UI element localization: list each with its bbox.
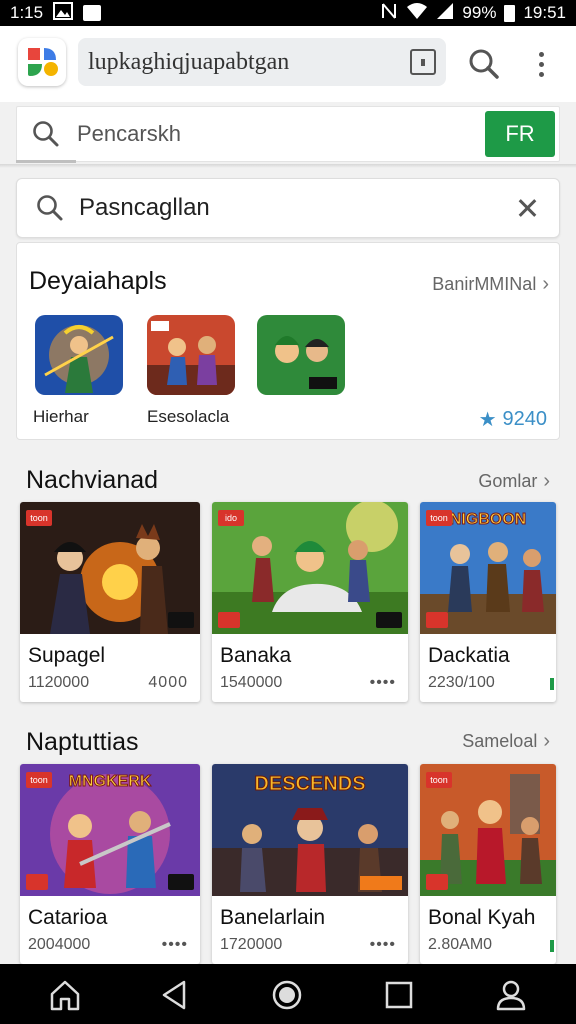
section-1-more-link[interactable]: Gomlar › [478,470,550,493]
age-badge-icon [26,874,48,890]
game-name: Banaka [220,644,292,667]
game-name: Bonal Kyah [428,906,536,929]
signal-icon [436,2,454,25]
status-time-left: 1:15 [10,3,44,22]
featured-app-icon-1[interactable] [35,315,123,395]
game-badge: toon [426,772,452,788]
rating-value: 9240 [502,408,548,430]
featured-apps-card: Deyaiahapls BanirMMINal › Hierhar Esesol… [16,242,560,440]
featured-app-label-1: Hierhar [33,407,89,426]
rating-badge-icon [376,612,402,628]
main-search-box[interactable]: Pasncagllan [16,178,560,238]
game-card[interactable]: DESCENDS Banelarlain 1720000 •••• [212,764,408,964]
game-artwork: toon [20,502,200,634]
nfc-icon [380,2,398,25]
age-badge-icon [218,612,240,628]
rating-badge-icon [168,874,194,890]
game-downloads: 1540000 [220,674,283,691]
game-extra: •••• [369,674,396,691]
featured-app-label-2: Esesolacla [147,407,230,426]
game-badge: ido [218,510,244,526]
app-logo-icon[interactable] [18,38,66,86]
chevron-right-icon: › [542,273,549,295]
section-1-more-label: Gomlar [478,471,538,491]
header-divider [0,164,576,168]
game-artwork: DESCENDS [212,764,408,896]
app-top-bar: lupkaghiqjuapabtgan [0,26,576,102]
install-indicator [550,678,554,690]
section-2-more-label: Sameloal [462,731,538,751]
game-artwork: ido [212,502,408,634]
game-badge: toon [426,510,452,526]
wifi-icon [406,2,428,25]
age-badge-icon [426,874,448,890]
game-card[interactable]: MNGKERK toon Catarioa 2004000 •••• [20,764,200,964]
recents-icon[interactable] [382,978,416,1012]
chevron-right-icon: › [543,470,550,492]
search-query: Pasncagllan [79,194,210,221]
search-icon[interactable] [466,46,502,82]
section-title-1: Nachvianad [26,466,159,494]
game-art-title: MNGKERK [69,773,152,790]
game-art-title: DESCENDS [254,773,365,795]
tab-switcher-icon[interactable] [410,49,436,75]
search-submit-button[interactable]: FR [485,111,555,157]
game-downloads: 2230/100 [428,674,495,691]
system-nav-bar [0,964,576,1024]
age-badge-icon [426,612,448,628]
gallery-notification-icon [53,1,74,25]
status-bar: 1:15 99% 19:51 [0,0,576,26]
star-icon: ★ [478,409,497,431]
featured-rating: ★ 9240 [479,407,547,432]
secondary-search-placeholder: Pencarskh [77,121,181,146]
rating-badge-icon [168,612,194,628]
section-2-more-link[interactable]: Sameloal › [462,730,550,753]
game-badge: toon [26,772,52,788]
home-icon[interactable] [48,978,82,1012]
featured-more-label: BanirMMINal [432,274,537,294]
featured-title: Deyaiahapls [29,267,167,295]
featured-app-icon-2[interactable] [147,315,235,395]
search-icon [31,119,61,149]
game-card[interactable]: ido Banaka 1540000 •••• [212,502,408,702]
search-icon [35,193,65,223]
game-name: Banelarlain [220,906,326,929]
secondary-search-bar[interactable]: Pencarskh FR [16,106,560,162]
section-title-2: Naptuttias [26,728,139,756]
back-icon[interactable] [158,978,192,1012]
game-art-title: NIGBOON [450,511,526,528]
url-text: lupkaghiqjuapabtgan [88,48,290,75]
game-downloads: 2.80AM0 [428,936,493,953]
game-badge: toon [26,510,52,526]
circle-home-icon[interactable] [270,978,304,1012]
game-name: Catarioa [28,906,108,929]
status-time: 19:51 [523,3,566,22]
game-downloads: 2004000 [28,936,91,953]
game-artwork: NIGBOON toon [420,502,556,634]
overflow-menu-icon[interactable] [526,46,556,82]
install-indicator [550,940,554,952]
featured-app-icon-3[interactable] [257,315,345,395]
notification-icon [83,5,102,21]
game-card[interactable]: NIGBOON toon Dackatia 2230/100 [420,502,556,702]
battery-percent: 99% [462,3,497,22]
game-artwork: MNGKERK toon [20,764,200,896]
clear-search-icon[interactable] [515,196,539,220]
game-extra: •••• [369,936,396,953]
game-extra: •••• [161,936,188,953]
chevron-right-icon: › [543,730,550,752]
game-card[interactable]: toon Bonal Kyah 2.80AM0 [420,764,556,964]
game-card[interactable]: toon Supagel 1120000 4000 [20,502,200,702]
game-name: Dackatia [428,644,510,667]
featured-more-link[interactable]: BanirMMINal › [432,273,549,296]
game-extra: 4000 [148,674,188,691]
account-icon[interactable] [494,978,528,1012]
game-artwork: toon [420,764,556,896]
game-downloads: 1720000 [220,936,283,953]
battery-icon [504,4,516,22]
search-underline [16,160,76,163]
game-downloads: 1120000 [28,674,90,691]
url-bar[interactable]: lupkaghiqjuapabtgan [78,38,446,86]
game-name: Supagel [28,644,106,667]
